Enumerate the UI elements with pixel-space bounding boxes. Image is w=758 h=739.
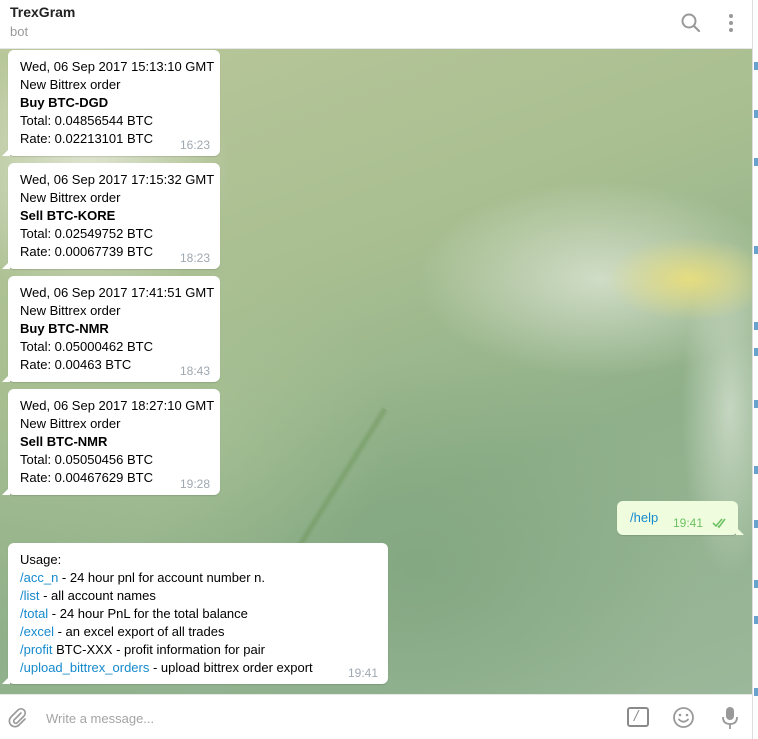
message-time: 18:23 <box>179 251 210 265</box>
slash-command-icon[interactable]: / <box>627 707 649 727</box>
command-description: BTC-XXX - profit information for pair <box>52 642 265 657</box>
command-link-upload-bittrex-orders[interactable]: /upload_bittrex_orders <box>20 660 149 675</box>
message-bubble[interactable]: Wed, 06 Sep 2017 18:27:10 GMT New Bittre… <box>2 389 220 495</box>
chat-status: bot <box>10 24 29 39</box>
more-vertical-icon[interactable] <box>718 10 744 36</box>
order-type: New Bittrex order <box>20 303 121 318</box>
message-input[interactable] <box>40 705 600 731</box>
order-action: Buy BTC-NMR <box>20 321 109 336</box>
chat-history[interactable]: Wed, 06 Sep 2017 15:13:10 GMT New Bittre… <box>0 49 752 694</box>
command-description: - 24 hour pnl for account number n. <box>58 570 265 585</box>
usage-line: /upload_bittrex_orders - upload bittrex … <box>20 659 376 677</box>
microphone-icon[interactable] <box>720 705 740 731</box>
adjacent-window-edge <box>752 0 758 739</box>
help-command-link[interactable]: /help <box>630 510 658 525</box>
command-link-list[interactable]: /list <box>20 588 40 603</box>
order-type: New Bittrex order <box>20 416 121 431</box>
order-type: New Bittrex order <box>20 77 121 92</box>
order-action: Sell BTC-KORE <box>20 208 116 223</box>
message-time: 19:28 <box>179 477 210 491</box>
usage-line: /excel - an excel export of all trades <box>20 623 376 641</box>
order-date: Wed, 06 Sep 2017 17:41:51 GMT <box>20 285 215 300</box>
usage-line: /total - 24 hour PnL for the total balan… <box>20 605 376 623</box>
command-link-excel[interactable]: /excel <box>20 624 54 639</box>
order-date: Wed, 06 Sep 2017 15:13:10 GMT <box>20 59 215 74</box>
order-date: Wed, 06 Sep 2017 17:15:32 GMT <box>20 172 215 187</box>
order-total: Total: 0.04856544 BTC <box>20 113 153 128</box>
order-action: Buy BTC-DGD <box>20 95 109 110</box>
paperclip-icon[interactable] <box>7 707 27 729</box>
command-link-total[interactable]: /total <box>20 606 48 621</box>
message-time: 19:41 <box>347 666 378 680</box>
telegram-window: TrexGram bot Wed, 06 Sep 2017 15:13:10 G… <box>0 0 758 739</box>
order-action: Sell BTC-NMR <box>20 434 108 449</box>
message-bubble[interactable]: Wed, 06 Sep 2017 17:15:32 GMT New Bittre… <box>2 163 220 269</box>
order-total: Total: 0.02549752 BTC <box>20 226 153 241</box>
command-description: - an excel export of all trades <box>53 624 225 639</box>
message-bubble[interactable]: Wed, 06 Sep 2017 15:13:10 GMT New Bittre… <box>2 50 220 156</box>
command-description: - upload bittrex order export <box>149 660 313 675</box>
smile-icon[interactable] <box>672 706 695 729</box>
command-link-profit[interactable]: /profit <box>20 642 53 657</box>
outgoing-message-bubble[interactable]: /help 19:41 <box>617 501 744 535</box>
slash-command-glyph: / <box>634 709 639 724</box>
message-composer: / <box>0 694 752 739</box>
chat-header: TrexGram bot <box>0 0 752 49</box>
command-link-acc-n[interactable]: /acc_n <box>20 570 58 585</box>
command-description: - 24 hour PnL for the total balance <box>48 606 248 621</box>
usage-title: Usage: <box>20 552 62 567</box>
chat-title[interactable]: TrexGram <box>10 4 75 20</box>
message-time: 16:23 <box>179 138 210 152</box>
order-total: Total: 0.05000462 BTC <box>20 339 153 354</box>
double-check-icon <box>712 518 726 529</box>
message-time: 18:43 <box>179 364 210 378</box>
message-time: 19:41 <box>673 516 704 530</box>
order-type: New Bittrex order <box>20 190 121 205</box>
usage-line: /acc_n - 24 hour pnl for account number … <box>20 569 376 587</box>
message-bubble[interactable]: Wed, 06 Sep 2017 17:41:51 GMT New Bittre… <box>2 276 220 382</box>
search-icon[interactable] <box>678 10 704 36</box>
order-total: Total: 0.05050456 BTC <box>20 452 153 467</box>
command-description: - all account names <box>39 588 156 603</box>
usage-line: /profit BTC-XXX - profit information for… <box>20 641 376 659</box>
usage-message-bubble[interactable]: Usage: /acc_n - 24 hour pnl for account … <box>2 543 388 684</box>
usage-line: /list - all account names <box>20 587 376 605</box>
order-date: Wed, 06 Sep 2017 18:27:10 GMT <box>20 398 215 413</box>
